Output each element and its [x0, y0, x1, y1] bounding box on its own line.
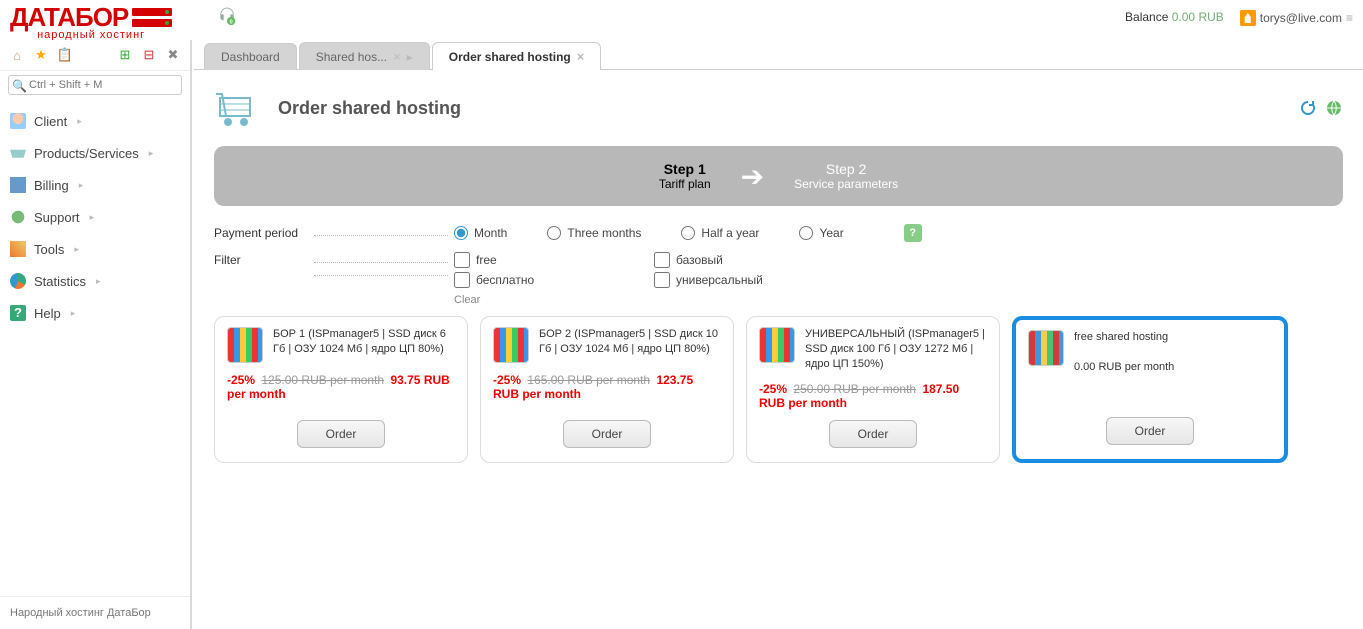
plan-icon	[493, 327, 529, 363]
plan-card-free: free shared hosting 0.00 RUB per month O…	[1012, 316, 1288, 463]
expand-icon[interactable]: ⊞	[116, 46, 134, 64]
plan-card-universal: УНИВЕРСАЛЬНЫЙ (ISPmanager5 | SSD диск 10…	[746, 316, 1000, 463]
sidebar-toolbar: ⌂ ★ 📋 ⊞ ⊟ ✖	[0, 40, 190, 71]
sidebar: ⌂ ★ 📋 ⊞ ⊟ ✖ 🔍 Client▸ Products/Services▸…	[0, 40, 192, 629]
filter-basic[interactable]: базовый	[654, 252, 794, 268]
chevron-right-icon: ▸	[74, 244, 79, 255]
chevron-right-icon: ▸	[149, 148, 154, 159]
filter-universal[interactable]: универсальный	[654, 272, 794, 288]
order-button[interactable]: Order	[297, 420, 386, 448]
order-button[interactable]: Order	[563, 420, 652, 448]
close-icon[interactable]: ×	[393, 49, 401, 64]
chevron-right-icon: ▸	[90, 212, 95, 223]
plan-card-bor2: БОР 2 (ISPmanager5 | SSD диск 10 Гб | ОЗ…	[480, 316, 734, 463]
plan-name: БОР 2 (ISPmanager5 | SSD диск 10 Гб | ОЗ…	[539, 327, 721, 363]
user-email: torys@live.com	[1260, 11, 1342, 25]
shopping-cart-icon	[214, 88, 262, 128]
period-year[interactable]: Year	[799, 226, 843, 240]
main-area: Dashboard Shared hos...×▸ Order shared h…	[194, 40, 1363, 629]
tab-order-shared-hosting[interactable]: Order shared hosting×	[432, 42, 602, 70]
search-icon: 🔍	[12, 79, 27, 93]
tools-icon	[10, 241, 26, 257]
filter-row-1: Filter free базовый	[214, 252, 1343, 268]
collapse-icon[interactable]: ⊟	[140, 46, 158, 64]
dropdown-icon: ≡	[1346, 11, 1353, 25]
page-title: Order shared hosting	[278, 98, 461, 119]
arrow-right-icon: ➔	[741, 160, 764, 193]
chevron-right-icon: ▸	[96, 276, 101, 287]
page-header: Order shared hosting	[214, 88, 1343, 128]
help-badge-icon[interactable]: ?	[904, 224, 922, 242]
clipboard-icon[interactable]: 📋	[56, 46, 74, 64]
home-icon[interactable]: ⌂	[8, 46, 26, 64]
period-half-year[interactable]: Half a year	[681, 226, 759, 240]
tab-dashboard[interactable]: Dashboard	[204, 43, 297, 70]
headset-support-icon[interactable]: 0	[216, 6, 238, 26]
sidebar-item-billing[interactable]: Billing▸	[0, 169, 190, 201]
chevron-right-icon: ▸	[79, 180, 84, 191]
chevron-right-icon: ▸	[77, 116, 82, 127]
tab-shared-hosting[interactable]: Shared hos...×▸	[299, 42, 430, 70]
svg-text:0: 0	[230, 20, 233, 26]
top-bar: ДАТАБОР народный хостинг 0 Balance 0.00 …	[0, 0, 1363, 40]
globe-icon[interactable]	[1325, 99, 1343, 117]
step-2: Step 2 Service parameters	[794, 161, 898, 191]
client-icon	[10, 113, 26, 129]
sidebar-item-support[interactable]: Support▸	[0, 201, 190, 233]
sidebar-item-statistics[interactable]: Statistics▸	[0, 265, 190, 297]
plan-icon	[759, 327, 795, 363]
payment-period-row: Payment period Month Three months Half a…	[214, 224, 1343, 242]
help-icon: ?	[10, 305, 26, 321]
sidebar-item-tools[interactable]: Tools▸	[0, 233, 190, 265]
tab-bar: Dashboard Shared hos...×▸ Order shared h…	[194, 40, 1363, 70]
plan-name: free shared hosting 0.00 RUB per month	[1074, 330, 1174, 375]
brand-bars-icon	[132, 8, 172, 27]
star-icon[interactable]: ★	[32, 46, 50, 64]
user-avatar-icon	[1240, 10, 1256, 26]
filter-free-ru[interactable]: бесплатно	[454, 272, 594, 288]
plan-price: -25% 165.00 RUB per month 123.75 RUB per…	[493, 373, 721, 401]
search-input[interactable]	[8, 75, 182, 95]
filter-label: Filter	[214, 253, 245, 267]
close-sidebar-icon[interactable]: ✖	[164, 46, 182, 64]
sidebar-nav: Client▸ Products/Services▸ Billing▸ Supp…	[0, 99, 190, 596]
plan-cards: БОР 1 (ISPmanager5 | SSD диск 6 Гб | ОЗУ…	[214, 316, 1343, 463]
products-icon	[10, 145, 26, 161]
chevron-right-icon: ▸	[71, 308, 76, 319]
page-content: Order shared hosting Step 1 Tariff plan …	[194, 70, 1363, 629]
sidebar-search: 🔍	[8, 75, 182, 95]
wizard-steps: Step 1 Tariff plan ➔ Step 2 Service para…	[214, 146, 1343, 206]
sidebar-item-client[interactable]: Client▸	[0, 105, 190, 137]
sidebar-item-help[interactable]: ?Help▸	[0, 297, 190, 329]
plan-card-bor1: БОР 1 (ISPmanager5 | SSD диск 6 Гб | ОЗУ…	[214, 316, 468, 463]
statistics-icon	[10, 273, 26, 289]
filter-row-2: бесплатно универсальный	[214, 272, 1343, 288]
refresh-icon[interactable]	[1299, 99, 1317, 117]
period-three-months[interactable]: Three months	[547, 226, 641, 240]
close-icon[interactable]: ×	[577, 49, 585, 64]
clear-filters[interactable]: Clear	[454, 294, 1343, 306]
brand-name: ДАТАБОР	[10, 4, 128, 30]
plan-price: -25% 125.00 RUB per month 93.75 RUB per …	[227, 373, 455, 401]
sidebar-footer: Народный хостинг ДатаБор	[0, 596, 190, 629]
payment-period-label: Payment period	[214, 226, 302, 240]
plan-name: УНИВЕРСАЛЬНЫЙ (ISPmanager5 | SSD диск 10…	[805, 327, 987, 372]
plan-icon	[1028, 330, 1064, 366]
billing-icon	[10, 177, 26, 193]
plan-icon	[227, 327, 263, 363]
step-1: Step 1 Tariff plan	[659, 161, 711, 191]
sidebar-item-products[interactable]: Products/Services▸	[0, 137, 190, 169]
period-month[interactable]: Month	[454, 226, 507, 240]
chevron-right-icon: ▸	[407, 50, 413, 64]
support-icon	[10, 209, 26, 225]
plan-price: -25% 250.00 RUB per month 187.50 RUB per…	[759, 382, 987, 410]
order-button[interactable]: Order	[829, 420, 918, 448]
brand-logo[interactable]: ДАТАБОР народный хостинг	[10, 4, 172, 41]
balance-display: Balance 0.00 RUB	[1125, 4, 1224, 24]
order-button[interactable]: Order	[1106, 417, 1195, 445]
user-menu[interactable]: torys@live.com ≡	[1240, 4, 1353, 26]
filter-free[interactable]: free	[454, 252, 594, 268]
plan-name: БОР 1 (ISPmanager5 | SSD диск 6 Гб | ОЗУ…	[273, 327, 455, 363]
